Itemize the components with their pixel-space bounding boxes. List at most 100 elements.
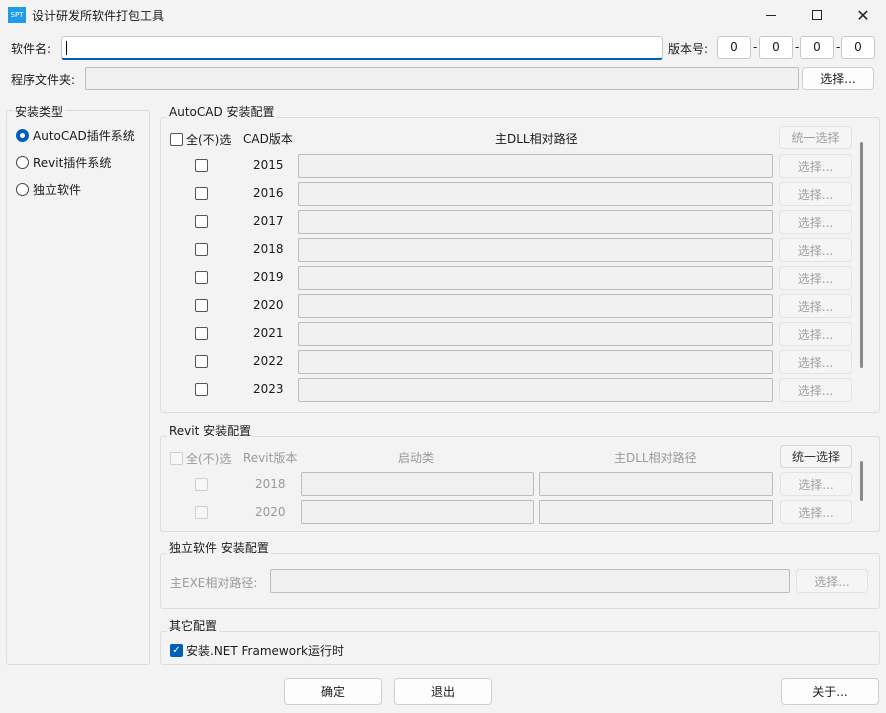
checkbox-icon [170, 133, 183, 146]
revit-version-list-viewport: 2018 选择... 2020 选择... [161, 470, 879, 531]
maximize-icon [812, 10, 822, 20]
autocad-row-version: 2020 [253, 298, 284, 312]
other-config-title: 其它配置 [167, 617, 220, 634]
autocad-row-version: 2017 [253, 214, 284, 228]
radio-standalone[interactable]: 独立软件 [16, 181, 81, 198]
dotnet-checkbox[interactable]: ✓ 安装.NET Framework运行时 [170, 642, 344, 659]
autocad-scrollbar[interactable] [860, 142, 863, 368]
autocad-row-checkbox[interactable] [195, 271, 208, 284]
autocad-config-title: AutoCAD 安装配置 [167, 103, 277, 120]
autocad-row-version: 2023 [253, 382, 284, 396]
revit-row-version: 2020 [255, 505, 286, 519]
revit-row-checkbox[interactable] [195, 478, 208, 491]
autocad-row-version: 2021 [253, 326, 284, 340]
version-revision-input[interactable]: 0 [841, 36, 875, 59]
radio-autocad[interactable]: AutoCAD插件系统 [16, 127, 135, 144]
autocad-row-select-button[interactable]: 选择... [779, 210, 852, 234]
revit-col-path: 主DLL相对路径 [614, 451, 697, 465]
about-button[interactable]: 关于... [781, 678, 879, 705]
checkmark-icon: ✓ [170, 644, 183, 657]
revit-select-all-label: 全(不)选 [186, 452, 232, 466]
autocad-row-version: 2022 [253, 354, 284, 368]
autocad-row-select-button[interactable]: 选择... [779, 154, 852, 178]
exit-button[interactable]: 退出 [394, 678, 492, 705]
autocad-row-path-input [298, 350, 773, 374]
version-separator: - [753, 40, 758, 54]
autocad-row-checkbox[interactable] [195, 159, 208, 172]
revit-row-version: 2018 [255, 477, 286, 491]
autocad-row-select-button[interactable]: 选择... [779, 182, 852, 206]
autocad-row-version: 2016 [253, 186, 284, 200]
window-title: 设计研发所软件打包工具 [32, 9, 165, 23]
autocad-row-select-button[interactable]: 选择... [779, 238, 852, 262]
minimize-icon [766, 14, 776, 16]
program-folder-select-button[interactable]: 选择... [802, 67, 874, 90]
revit-config-title: Revit 安装配置 [167, 422, 254, 439]
autocad-row-checkbox[interactable] [195, 299, 208, 312]
version-label: 版本号: [668, 42, 709, 56]
radio-selected-icon [16, 129, 29, 142]
autocad-col-path: 主DLL相对路径 [495, 132, 578, 146]
revit-col-startup: 启动类 [398, 451, 435, 465]
revit-row-checkbox[interactable] [195, 506, 208, 519]
revit-row-startup-input [301, 500, 534, 524]
autocad-row-checkbox[interactable] [195, 383, 208, 396]
dotnet-label: 安装.NET Framework运行时 [186, 644, 344, 658]
autocad-row-version: 2019 [253, 270, 284, 284]
version-separator: - [795, 40, 800, 54]
autocad-row-checkbox[interactable] [195, 355, 208, 368]
revit-unify-select-button[interactable]: 统一选择 [780, 445, 852, 468]
radio-revit[interactable]: Revit插件系统 [16, 154, 111, 171]
version-build-input[interactable]: 0 [800, 36, 834, 59]
text-cursor [66, 41, 67, 55]
autocad-unify-select-button[interactable]: 统一选择 [779, 126, 852, 149]
radio-revit-label: Revit插件系统 [33, 156, 112, 170]
autocad-row-path-input [298, 182, 773, 206]
autocad-row-select-button[interactable]: 选择... [779, 350, 852, 374]
standalone-exe-select-button[interactable]: 选择... [796, 569, 868, 593]
version-major-input[interactable]: 0 [717, 36, 751, 59]
software-name-input[interactable] [61, 36, 663, 60]
autocad-row-checkbox[interactable] [195, 187, 208, 200]
radio-autocad-label: AutoCAD插件系统 [33, 129, 135, 143]
close-icon: ✕ [856, 5, 870, 25]
autocad-row-checkbox[interactable] [195, 215, 208, 228]
revit-row-path-input [539, 500, 773, 524]
revit-row-select-button[interactable]: 选择... [780, 472, 852, 496]
autocad-select-all-checkbox[interactable]: 全(不)选 [170, 131, 231, 148]
revit-row-startup-input [301, 472, 534, 496]
autocad-select-all-label: 全(不)选 [186, 133, 232, 147]
minimize-button[interactable] [748, 0, 794, 30]
autocad-row-checkbox[interactable] [195, 327, 208, 340]
autocad-row-path-input [298, 322, 773, 346]
autocad-row-path-input [298, 266, 773, 290]
revit-select-all-checkbox[interactable]: 全(不)选 [170, 450, 231, 467]
program-folder-input [85, 67, 799, 90]
revit-scrollbar[interactable] [860, 461, 863, 501]
autocad-row-select-button[interactable]: 选择... [779, 378, 852, 402]
autocad-row-select-button[interactable]: 选择... [779, 322, 852, 346]
install-type-title: 安装类型 [13, 103, 66, 120]
revit-row-select-button[interactable]: 选择... [780, 500, 852, 524]
autocad-col-version: CAD版本 [243, 132, 293, 146]
autocad-row-select-button[interactable]: 选择... [779, 266, 852, 290]
radio-unselected-icon [16, 183, 29, 196]
program-folder-label: 程序文件夹: [11, 73, 76, 87]
autocad-row-path-input [298, 378, 773, 402]
autocad-row-checkbox[interactable] [195, 243, 208, 256]
version-minor-input[interactable]: 0 [759, 36, 793, 59]
autocad-row-version: 2015 [253, 158, 284, 172]
close-button[interactable]: ✕ [840, 0, 886, 30]
software-name-label: 软件名: [11, 42, 52, 56]
maximize-button[interactable] [794, 0, 840, 30]
autocad-row-path-input [298, 154, 773, 178]
autocad-row-select-button[interactable]: 选择... [779, 294, 852, 318]
version-separator: - [836, 40, 841, 54]
autocad-row-path-input [298, 238, 773, 262]
ok-button[interactable]: 确定 [284, 678, 382, 705]
revit-col-version: Revit版本 [243, 451, 298, 465]
standalone-exe-label: 主EXE相对路径: [170, 576, 258, 590]
autocad-row-version: 2018 [253, 242, 284, 256]
radio-standalone-label: 独立软件 [33, 183, 82, 197]
checkbox-icon [170, 452, 183, 465]
